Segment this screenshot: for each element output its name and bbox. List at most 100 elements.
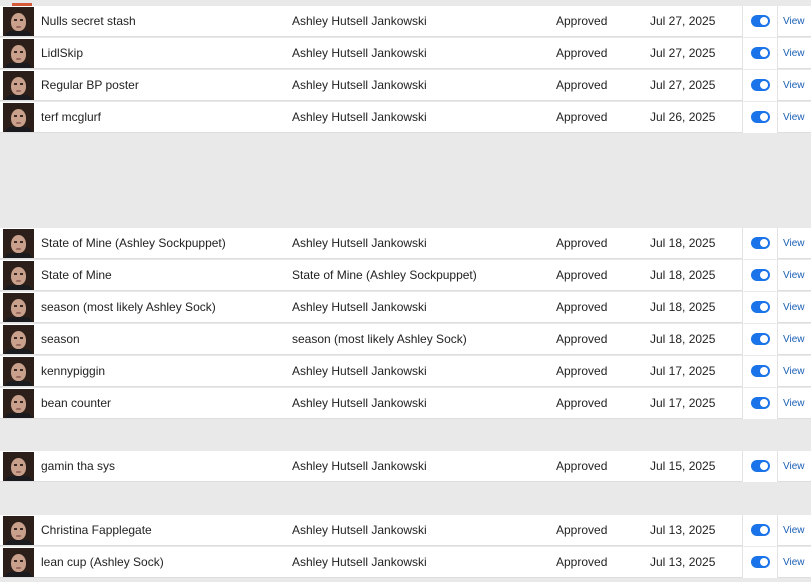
status-badge: Approved — [556, 46, 608, 60]
row-date: Jul 17, 2025 — [650, 396, 716, 410]
status-badge: Approved — [556, 555, 608, 569]
row-requested-by: Ashley Hutsell Jankowski — [292, 110, 427, 124]
enabled-toggle[interactable] — [751, 333, 770, 345]
status-badge: Approved — [556, 459, 608, 473]
view-link[interactable]: View — [783, 451, 805, 482]
row-date: Jul 17, 2025 — [650, 364, 716, 378]
row-date: Jul 27, 2025 — [650, 14, 716, 28]
table-row: Nulls secret stash Ashley Hutsell Jankow… — [0, 3, 811, 37]
toggle-cell — [742, 388, 778, 419]
view-link[interactable]: View — [783, 102, 805, 133]
row-name: kennypiggin — [41, 364, 106, 378]
toggle-knob — [760, 113, 768, 121]
table-row: gamin tha sys Ashley Hutsell Jankowski A… — [0, 451, 811, 482]
enabled-toggle[interactable] — [751, 365, 770, 377]
row-name: State of Mine — [41, 268, 112, 282]
toggle-knob — [760, 462, 768, 470]
row-name: season — [41, 332, 80, 346]
table-row: LidlSkip Ashley Hutsell Jankowski Approv… — [0, 38, 811, 69]
avatar — [3, 71, 34, 100]
enabled-toggle[interactable] — [751, 556, 770, 568]
row-name: Regular BP poster — [41, 78, 139, 92]
row-date: Jul 13, 2025 — [650, 555, 716, 569]
row-name: bean counter — [41, 396, 112, 410]
row-requested-by: Ashley Hutsell Jankowski — [292, 78, 427, 92]
status-badge: Approved — [556, 396, 608, 410]
toggle-knob — [760, 271, 768, 279]
view-link[interactable]: View — [783, 292, 805, 323]
table-row: State of Mine State of Mine (Ashley Sock… — [0, 260, 811, 291]
row-requested-by: Ashley Hutsell Jankowski — [292, 459, 427, 473]
row-name: Christina Fapplegate — [41, 523, 152, 537]
row-date: Jul 26, 2025 — [650, 110, 716, 124]
avatar — [3, 39, 34, 68]
row-name: terf mcglurf — [41, 110, 102, 124]
row-name: lean cup (Ashley Sock) — [41, 555, 164, 569]
enabled-toggle[interactable] — [751, 269, 770, 281]
toggle-cell — [742, 324, 778, 355]
view-link[interactable]: View — [783, 515, 805, 546]
avatar — [3, 357, 34, 386]
table-row: State of Mine (Ashley Sockpuppet) Ashley… — [0, 228, 811, 259]
row-date: Jul 18, 2025 — [650, 268, 716, 282]
table-row: bean counter Ashley Hutsell Jankowski Ap… — [0, 388, 811, 419]
table-row: Regular BP poster Ashley Hutsell Jankows… — [0, 70, 811, 101]
enabled-toggle[interactable] — [751, 111, 770, 123]
enabled-toggle[interactable] — [751, 524, 770, 536]
toggle-cell — [742, 356, 778, 387]
toggle-knob — [760, 558, 768, 566]
row-requested-by: Ashley Hutsell Jankowski — [292, 396, 427, 410]
row-requested-by: Ashley Hutsell Jankowski — [292, 14, 427, 28]
view-link[interactable]: View — [783, 6, 805, 37]
view-link[interactable]: View — [783, 388, 805, 419]
toggle-knob — [760, 239, 768, 247]
avatar — [3, 548, 34, 577]
toggle-knob — [760, 335, 768, 343]
avatar — [3, 7, 34, 36]
row-requested-by: Ashley Hutsell Jankowski — [292, 46, 427, 60]
enabled-toggle[interactable] — [751, 301, 770, 313]
view-link[interactable]: View — [783, 260, 805, 291]
table-row: kennypiggin Ashley Hutsell Jankowski App… — [0, 356, 811, 387]
enabled-toggle[interactable] — [751, 79, 770, 91]
row-requested-by: season (most likely Ashley Sock) — [292, 332, 467, 346]
toggle-cell — [742, 515, 778, 546]
enabled-toggle[interactable] — [751, 237, 770, 249]
row-requested-by: Ashley Hutsell Jankowski — [292, 523, 427, 537]
avatar — [3, 293, 34, 322]
row-name: gamin tha sys — [41, 459, 116, 473]
table-row: season (most likely Ashley Sock) Ashley … — [0, 292, 811, 323]
avatar — [3, 261, 34, 290]
row-name: State of Mine (Ashley Sockpuppet) — [41, 236, 226, 250]
row-date: Jul 15, 2025 — [650, 459, 716, 473]
status-badge: Approved — [556, 332, 608, 346]
row-name: LidlSkip — [41, 46, 84, 60]
table-row: terf mcglurf Ashley Hutsell Jankowski Ap… — [0, 102, 811, 133]
avatar — [3, 452, 34, 481]
status-badge: Approved — [556, 523, 608, 537]
avatar — [3, 229, 34, 258]
enabled-toggle[interactable] — [751, 15, 770, 27]
view-link[interactable]: View — [783, 228, 805, 259]
table-row: lean cup (Ashley Sock) Ashley Hutsell Ja… — [0, 547, 811, 578]
enabled-toggle[interactable] — [751, 460, 770, 472]
enabled-toggle[interactable] — [751, 397, 770, 409]
enabled-toggle[interactable] — [751, 47, 770, 59]
row-date: Jul 27, 2025 — [650, 46, 716, 60]
toggle-knob — [760, 81, 768, 89]
avatar — [3, 103, 34, 132]
avatar — [3, 389, 34, 418]
row-name: Nulls secret stash — [41, 14, 136, 28]
row-date: Jul 13, 2025 — [650, 523, 716, 537]
avatar — [3, 516, 34, 545]
view-link[interactable]: View — [783, 356, 805, 387]
status-badge: Approved — [556, 364, 608, 378]
status-badge: Approved — [556, 14, 608, 28]
status-badge: Approved — [556, 300, 608, 314]
toggle-knob — [760, 303, 768, 311]
view-link[interactable]: View — [783, 324, 805, 355]
view-link[interactable]: View — [783, 547, 805, 578]
toggle-knob — [760, 17, 768, 25]
view-link[interactable]: View — [783, 38, 805, 69]
view-link[interactable]: View — [783, 70, 805, 101]
